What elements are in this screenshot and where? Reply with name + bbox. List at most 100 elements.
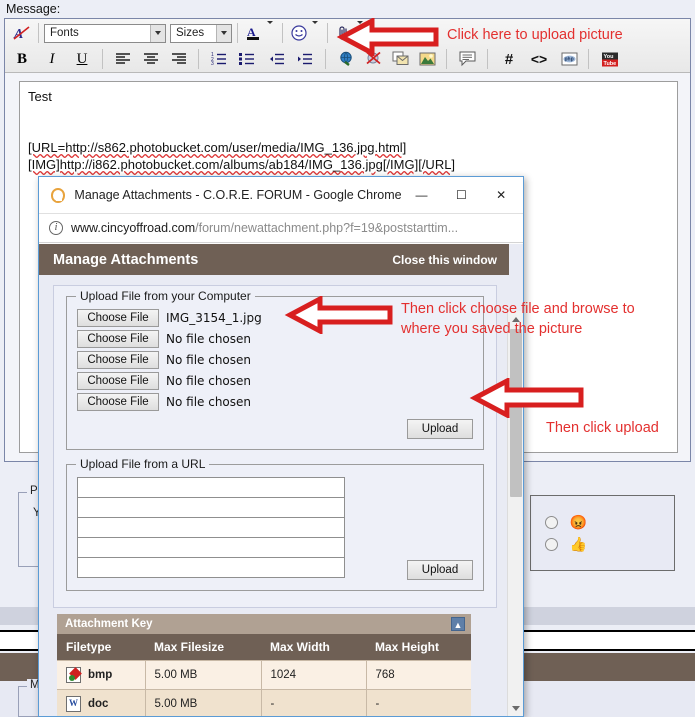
chevron-down-icon [216,24,231,42]
callout-1: Click here to upload picture [447,27,623,43]
message-line-blank [28,105,669,122]
sizes-select[interactable]: Sizes [170,23,232,43]
remove-formatting-icon[interactable]: A [11,22,33,44]
ordered-list-icon[interactable]: 123 [208,48,230,70]
align-right-icon[interactable] [168,48,190,70]
file-row: Choose File No file chosen [77,393,473,411]
upload-from-url-group: Upload File from a URL Upload [66,457,484,591]
bold-button[interactable]: B [11,48,33,70]
url-input-3[interactable] [77,517,345,538]
toolbar-separator [38,23,39,43]
column-filetype: Filetype [57,634,145,661]
radio-negative[interactable] [545,516,558,530]
outdent-icon[interactable] [266,48,288,70]
chrome-title-bar[interactable]: Manage Attachments - C.O.R.E. FORUM - Go… [39,177,523,214]
chevron-down-icon[interactable] [267,21,273,42]
choose-file-button-5[interactable]: Choose File [77,393,159,411]
url-input-1[interactable] [77,477,345,498]
file-row: Choose File No file chosen [77,351,473,369]
toolbar-separator [487,49,488,69]
url-path: /forum/newattachment.php?f=19&poststartt… [195,221,459,235]
underline-button[interactable]: U [71,48,93,70]
fonts-select-value: Fonts [50,27,79,39]
chrome-window-title: Manage Attachments - C.O.R.E. FORUM - Go… [74,188,402,202]
svg-text:You: You [604,54,614,60]
maximize-button[interactable]: ☐ [441,178,481,212]
upload-computer-button[interactable]: Upload [407,419,473,439]
italic-button[interactable]: I [41,48,63,70]
toolbar-separator [102,49,103,69]
close-button[interactable]: ✕ [481,178,521,212]
column-max-width: Max Width [261,634,366,661]
cell-max-filesize: 5.00 MB [145,689,262,716]
attachment-key-caption-row: Attachment Key ▲ [57,614,471,634]
message-line-text: [URL=http://s862.photobucket.com/user/me… [28,140,407,155]
file-row: Choose File No file chosen [77,372,473,390]
column-max-height: Max Height [366,634,471,661]
upload-url-button-row: Upload [77,560,473,580]
choose-file-button-3[interactable]: Choose File [77,351,159,369]
manage-attachments-header: Manage Attachments Close this window [39,244,509,275]
fonts-select[interactable]: Fonts [44,23,166,43]
image-file-icon [66,667,81,683]
url-input-4[interactable] [77,537,345,558]
cell-filetype: bmp [57,660,146,690]
toolbar-separator [446,49,447,69]
file-name-4: No file chosen [166,374,252,388]
choose-file-button-2[interactable]: Choose File [77,330,159,348]
toolbar-separator [588,49,589,69]
cell-max-height: - [366,689,471,716]
youtube-icon[interactable]: You Tube [599,48,621,70]
left-arrow-annotation [469,378,584,418]
indent-icon[interactable] [294,48,316,70]
file-name-3: No file chosen [166,353,252,367]
insert-quote-icon[interactable] [456,48,478,70]
message-line: [IMG]http://i862.photobucket.com/albums/… [28,156,669,173]
column-max-filesize: Max Filesize [145,634,261,661]
php-icon[interactable]: php [558,48,580,70]
left-arrow-annotation [284,296,393,334]
message-line-blank [28,122,669,139]
message-line-text: [IMG]http://i862.photobucket.com/albums/… [28,157,456,172]
site-info-icon[interactable]: i [49,221,63,235]
unordered-list-icon[interactable] [236,48,258,70]
align-left-icon[interactable] [112,48,134,70]
upload-url-button[interactable]: Upload [407,560,473,580]
callout-3: Then click upload [546,420,659,436]
attachment-key-caption: Attachment Key [65,618,153,630]
choose-file-button-4[interactable]: Choose File [77,372,159,390]
smilie-icon[interactable] [288,22,310,44]
scroll-down-icon[interactable] [508,700,523,716]
collapse-icon[interactable]: ▲ [451,617,465,631]
toolbar-separator [282,23,283,43]
angry-face-emoji: 😡 [569,514,587,531]
cell-max-height: 768 [366,660,471,690]
hash-icon[interactable]: # [498,48,520,70]
toolbar-separator [237,23,238,43]
toolbar-separator [198,49,199,69]
message-label: Message: [6,2,61,16]
filetype-label: bmp [88,669,113,681]
callout-2: Then click choose file and browse to whe… [401,301,635,337]
close-this-window-link[interactable]: Close this window [392,253,497,267]
cell-max-width: - [261,689,367,716]
filetype-label: doc [88,698,109,710]
file-name-5: No file chosen [166,395,252,409]
chevron-down-icon[interactable] [312,21,318,42]
align-center-icon[interactable] [140,48,162,70]
toolbar-separator [327,23,328,43]
code-icon[interactable]: <> [528,48,550,70]
cell-filetype: doc [57,689,146,716]
cell-max-filesize: 5.00 MB [145,660,262,690]
url-input-2[interactable] [77,497,345,518]
page-scrollbar[interactable] [507,311,523,716]
table-row: bmp 5.00 MB 1024 768 [57,660,471,690]
svg-text:A: A [247,25,256,39]
font-color-icon[interactable]: A [243,22,265,44]
sizes-select-value: Sizes [176,27,205,39]
chrome-address-bar[interactable]: i www.cincyoffroad.com/forum/newattachme… [39,214,523,243]
minimize-button[interactable]: — [402,178,442,212]
manage-attachments-body: Upload File from your Computer Choose Fi… [39,275,509,716]
choose-file-button-1[interactable]: Choose File [77,309,159,327]
radio-positive[interactable] [545,538,558,552]
